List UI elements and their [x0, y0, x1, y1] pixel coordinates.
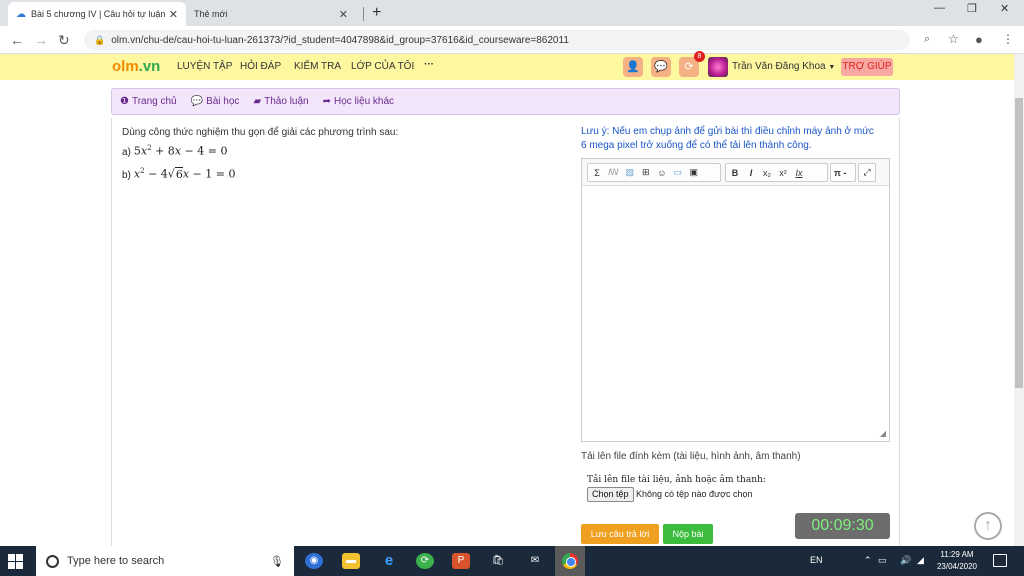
forward-icon[interactable]: → [34, 32, 48, 48]
tab-current[interactable]: ☁ Bài 5 chương IV | Câu hỏi tự luận ✕ [8, 2, 186, 26]
choose-file-button[interactable]: Chọn tệp [587, 487, 634, 502]
table-icon[interactable]: ⊞ [641, 167, 651, 178]
question-prompt: Dùng công thức nghiệm thu gọn để giải cá… [122, 127, 399, 138]
resize-handle-icon[interactable]: ◢ [880, 429, 886, 438]
address-bar-row: ← → ↻ 🔒 olm.vn/chu-de/cau-hoi-tu-luan-26… [0, 26, 1024, 54]
breadcrumb-lesson[interactable]: 💬 Bài học [191, 96, 240, 107]
username-menu[interactable]: Trần Văn Đăng Khoa ▼ [732, 61, 835, 72]
plus-icon[interactable]: + [372, 4, 381, 22]
url-text: olm.vn/chu-de/cau-hoi-tu-luan-261373/?id… [111, 34, 569, 46]
chrome-icon[interactable] [555, 546, 585, 576]
chat-icon[interactable]: 💬 [651, 57, 671, 77]
avatar[interactable] [708, 57, 728, 77]
wifi-icon[interactable]: ◢ [917, 555, 924, 566]
caret-down-icon: ▼ [828, 64, 836, 71]
nav-kiem-tra[interactable]: KIỂM TRA [294, 61, 341, 72]
store-icon[interactable]: 🛍 [489, 553, 507, 569]
search-placeholder: Type here to search [67, 555, 165, 567]
edge-icon[interactable]: e [380, 553, 398, 569]
media-icon[interactable]: ▣ [689, 167, 699, 178]
superscript-button[interactable]: x² [778, 168, 788, 178]
nav-luyen-tap[interactable]: LUYỆN TẬP [177, 61, 232, 72]
cloud-icon: ☁ [16, 8, 26, 20]
action-center-icon[interactable] [993, 554, 1007, 567]
upload-note: Lưu ý: Nếu em chụp ảnh để gửi bài thì đi… [581, 126, 874, 151]
window-close-icon[interactable]: ✕ [1000, 2, 1009, 15]
comments-icon: 💬 [190, 96, 204, 107]
breadcrumb-home[interactable]: ❶ Trang chủ [120, 96, 177, 107]
sigma-icon[interactable]: Σ [592, 168, 602, 178]
powerpoint-icon[interactable]: P [452, 553, 470, 569]
breadcrumb-materials[interactable]: ➦ Học liệu khác [323, 96, 394, 107]
search-icon [46, 554, 59, 568]
restore-icon[interactable]: ❐ [967, 2, 977, 15]
profile-icon[interactable]: ● [975, 32, 983, 47]
reload-icon[interactable]: ↻ [58, 32, 70, 49]
tab-title: Bài 5 chương IV | Câu hỏi tự luận [31, 9, 166, 19]
equation-b: b) x2 − 4√6x − 1 = 0 [122, 166, 236, 181]
windows-start-icon[interactable] [8, 554, 23, 569]
image-icon[interactable]: ▧ [625, 167, 635, 178]
tab-title: Thẻ mới [194, 9, 228, 19]
network-icon[interactable]: ▭ [878, 555, 887, 566]
countdown-timer: 00:09:30 [795, 513, 890, 539]
zoom-icon[interactable]: ⌕ [924, 33, 930, 46]
clear-format-button[interactable]: Ix [794, 168, 804, 178]
lock-icon: 🔒 [94, 34, 106, 45]
taskbar: Type here to search 🎙 ◉ ▬ e ⟳ P 🛍 ✉ EN ⌃… [0, 546, 1024, 576]
nav-lop-cua-toi[interactable]: LỚP CỦA TÔI [351, 61, 414, 72]
mic-icon[interactable]: 🎙 [270, 555, 284, 568]
mail-icon[interactable]: ✉ [526, 553, 544, 569]
close-icon[interactable]: ✕ [169, 8, 178, 21]
emoji-icon[interactable]: ☺ [657, 168, 667, 178]
submit-button[interactable]: Nộp bài [663, 524, 713, 544]
breadcrumb: ❶ Trang chủ 💬 Bài học ▰ Thảo luận ➦ Học liệu… [111, 88, 900, 115]
cortana-icon[interactable]: ◉ [305, 553, 323, 569]
minimize-icon[interactable]: — [934, 2, 945, 14]
tab-new[interactable]: Thẻ mới ✕ [186, 2, 364, 26]
nav-hoi-dap[interactable]: HỎI ĐÁP [240, 61, 281, 72]
share-icon: ➦ [322, 96, 332, 107]
editor-toolbar: Σ ꟿ ▧ ⊞ ☺ ▭ ▣ B I x₂ x² Ix π - ⤢ [582, 159, 889, 186]
site-logo[interactable]: olm.vn [112, 58, 160, 75]
picture-icon[interactable]: ▭ [673, 167, 683, 178]
browser-tab-bar: ☁ Bài 5 chương IV | Câu hỏi tự luận ✕ Th… [0, 0, 1024, 26]
notification-badge: 8 [694, 51, 705, 62]
taskbar-search[interactable]: Type here to search 🎙 [36, 546, 294, 576]
chevron-up-icon[interactable]: ⌃ [864, 555, 872, 566]
close-icon[interactable]: ✕ [339, 8, 348, 21]
answer-editor[interactable]: Σ ꟿ ▧ ⊞ ☺ ▭ ▣ B I x₂ x² Ix π - ⤢ ◢ [581, 158, 890, 442]
no-file-text: Không có tệp nào được chọn [636, 489, 753, 499]
scroll-top-icon[interactable]: ↑ [974, 512, 1002, 540]
info-icon: ❶ [120, 96, 129, 107]
formula-icon[interactable]: ꟿ [608, 167, 619, 178]
user-icon[interactable]: 👤 [623, 57, 643, 77]
app-icon[interactable]: ⟳ [416, 553, 434, 569]
back-icon[interactable]: ← [10, 32, 24, 48]
book-icon: ▰ [253, 96, 262, 107]
equation-a: a) 5x2 + 8x − 4 = 0 [122, 144, 228, 158]
bold-button[interactable]: B [730, 168, 740, 178]
pi-dropdown[interactable]: π - [834, 168, 846, 178]
star-icon[interactable]: ☆ [948, 32, 959, 46]
upload-title: Tải lên file tài liệu, ảnh hoặc âm thanh… [587, 475, 766, 485]
help-button[interactable]: TRỢ GIÚP [841, 58, 893, 76]
save-answer-button[interactable]: Lưu câu trả lời [581, 524, 659, 544]
file-explorer-icon[interactable]: ▬ [342, 553, 360, 569]
subscript-button[interactable]: x₂ [762, 168, 772, 178]
url-field[interactable]: 🔒 olm.vn/chu-de/cau-hoi-tu-luan-261373/?… [84, 30, 910, 50]
menu-icon[interactable]: ⋮ [1002, 32, 1014, 46]
maximize-icon[interactable]: ⤢ [862, 167, 872, 178]
page-scrollbar[interactable] [1014, 54, 1024, 546]
tab-separator [363, 7, 364, 21]
scroll-thumb[interactable] [1015, 98, 1023, 388]
nav-more[interactable]: ··· [424, 59, 434, 70]
clock[interactable]: 11:29 AM 23/04/2020 [934, 549, 980, 573]
upload-label: Tải lên file đính kèm (tài liệu, hình ản… [581, 451, 801, 462]
language-indicator[interactable]: EN [810, 555, 823, 565]
italic-button[interactable]: I [746, 168, 756, 178]
breadcrumb-discussion[interactable]: ▰ Thảo luận [253, 96, 308, 107]
volume-icon[interactable]: 🔊 [900, 555, 911, 566]
